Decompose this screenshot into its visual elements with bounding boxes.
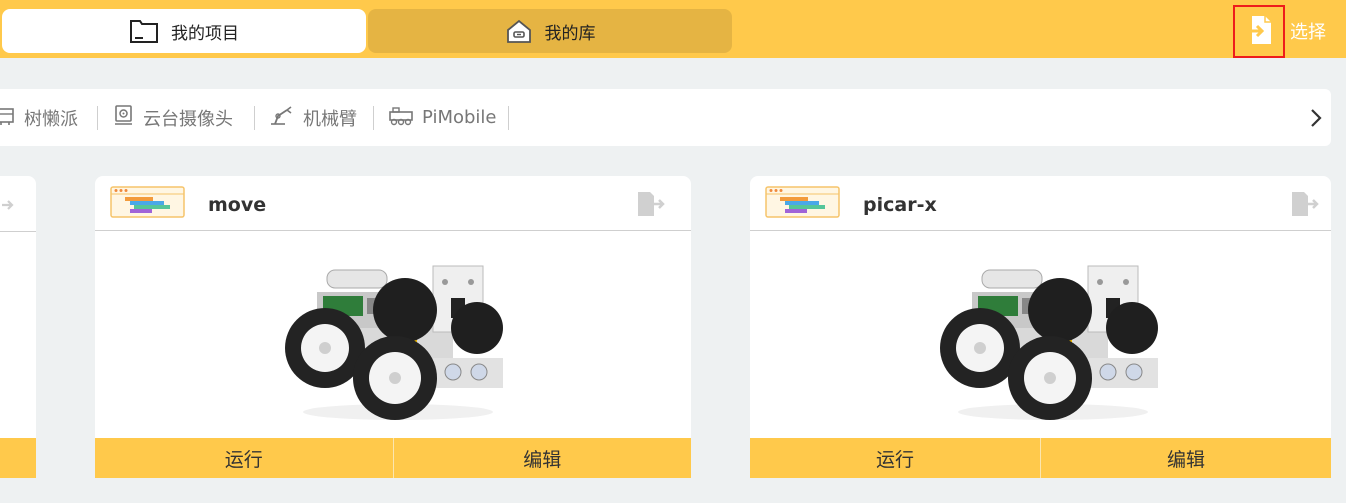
tab-my-library[interactable]: 我的库 (368, 9, 732, 53)
category-bar: 树懒派 云台摄像头 机械臂 PiMobile (0, 89, 1331, 146)
edit-button[interactable]: 编辑 (1040, 438, 1331, 478)
category-item-camera[interactable]: 云台摄像头 (113, 89, 233, 146)
project-card[interactable]: picar-x 运行 编辑 (750, 176, 1331, 478)
export-icon[interactable] (1290, 191, 1320, 221)
tab-label: 我的库 (544, 23, 596, 44)
robot-arm-icon (269, 104, 295, 131)
card-header: move (95, 176, 691, 231)
category-divider (373, 106, 374, 130)
code-thumbnail-icon (765, 186, 840, 218)
run-button[interactable]: 运行 (750, 438, 1040, 478)
tab-label: 我的项目 (171, 23, 239, 44)
category-divider (97, 106, 98, 130)
card-header: picar-x (750, 176, 1331, 231)
card-actions: 运行 编辑 (750, 438, 1331, 478)
run-button[interactable]: 运行 (95, 438, 393, 478)
category-divider (508, 106, 509, 130)
edit-button[interactable]: 编辑 (392, 438, 692, 478)
card-actions: 运行 编辑 (95, 438, 691, 478)
card-actions (0, 438, 36, 478)
export-icon[interactable] (636, 191, 666, 221)
card-title: move (208, 194, 267, 216)
top-bar: 我的项目 我的库 选择 (0, 0, 1346, 58)
category-label: 机械臂 (303, 108, 357, 130)
code-thumbnail-icon (110, 186, 185, 218)
home-icon (505, 18, 533, 44)
camera-icon (113, 104, 135, 131)
card-divider (0, 231, 36, 232)
project-card-partial (0, 176, 36, 478)
project-card[interactable]: move 运行 编辑 (95, 176, 691, 478)
folder-icon (129, 18, 159, 44)
tab-my-projects[interactable]: 我的项目 (2, 9, 366, 53)
vehicle-icon (388, 104, 414, 131)
category-divider (254, 106, 255, 130)
category-label: PiMobile (422, 107, 497, 128)
category-label: 树懒派 (24, 108, 78, 130)
robot-car-image (283, 262, 513, 426)
next-arrow-button[interactable] (1306, 106, 1326, 130)
chevron-right-icon (1306, 109, 1326, 134)
board-icon (0, 104, 16, 131)
category-item-shulanpai[interactable]: 树懒派 (0, 89, 78, 146)
robot-car-image (938, 262, 1168, 426)
select-label[interactable]: 选择 (1290, 18, 1326, 44)
category-label: 云台摄像头 (143, 108, 233, 130)
card-title: picar-x (863, 194, 937, 216)
category-item-pimobile[interactable]: PiMobile (388, 89, 497, 146)
export-file-icon (1244, 14, 1274, 50)
select-button[interactable] (1233, 5, 1285, 58)
export-icon (0, 195, 14, 219)
category-item-robot-arm[interactable]: 机械臂 (269, 89, 357, 146)
